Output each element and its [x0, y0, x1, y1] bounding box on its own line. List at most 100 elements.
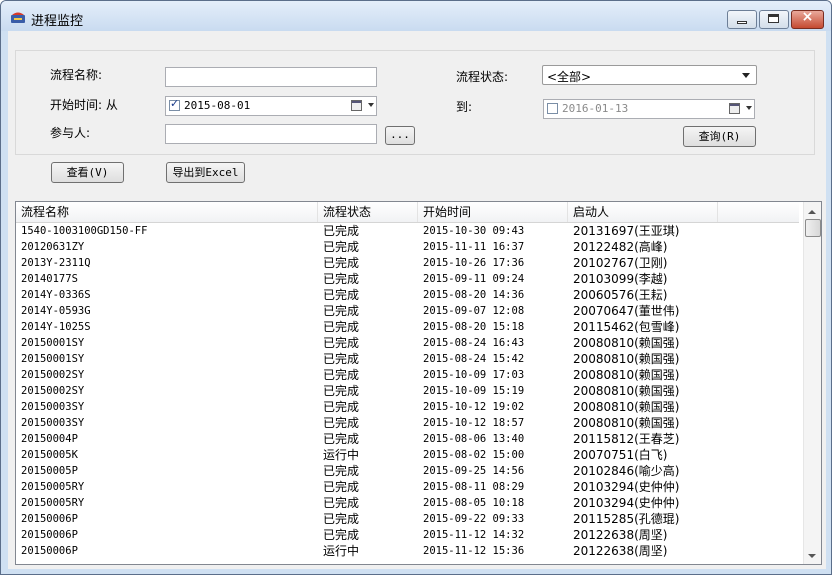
- cell-initiator: 20115462(包雪峰): [573, 320, 680, 334]
- start-date-checkbox[interactable]: [169, 97, 180, 111]
- cell-status: 已完成: [323, 528, 360, 542]
- cell-initiator: 20070647(董世伟): [573, 304, 680, 318]
- table-row[interactable]: 20150003SY 已完成 2015-10-12 18:57 20080810(赖国…: [16, 415, 799, 431]
- cell-start-time: 2015-10-12 18:57: [423, 417, 525, 429]
- cell-status: 运行中: [323, 544, 360, 558]
- participant-label: 参与人:: [50, 126, 91, 140]
- cell-initiator: 20103294(史仲仲): [573, 480, 680, 494]
- cell-process-name: 2014Y-0593G: [21, 305, 91, 317]
- column-header-name[interactable]: 流程名称: [16, 202, 318, 222]
- cell-process-name: 20150001SY: [21, 337, 85, 349]
- cell-process-name: 20150005K: [21, 449, 78, 461]
- cell-start-time: 2015-11-12 14:32: [423, 529, 525, 541]
- view-button[interactable]: 查看(V): [51, 162, 124, 183]
- table-row[interactable]: 20150005K 运行中 2015-08-02 15:00 20070751(白飞): [16, 447, 799, 463]
- cell-start-time: 2015-08-20 15:18: [423, 321, 525, 333]
- table-row[interactable]: 20150006P 已完成 2015-11-12 14:32 20122638(周坚): [16, 527, 799, 543]
- query-button[interactable]: 查询(R): [683, 126, 756, 147]
- cell-initiator: 20080810(赖国强): [573, 368, 680, 382]
- maximize-icon: [768, 14, 779, 23]
- app-window: 进程监控 × 流程名称: 开始时间: 从 2015-08-01 参与人: ...…: [0, 0, 832, 575]
- chevron-down-icon[interactable]: [746, 106, 752, 110]
- table-row[interactable]: 2014Y-1025S 已完成 2015-08-20 15:18 20115462(包…: [16, 319, 799, 335]
- close-button[interactable]: ×: [791, 9, 824, 29]
- cell-start-time: 2015-11-12 15:36: [423, 545, 525, 557]
- scroll-up-icon[interactable]: [808, 210, 816, 214]
- table-row[interactable]: 20120631ZY 已完成 2015-11-11 16:37 20122482(高峰…: [16, 239, 799, 255]
- window-title: 进程监控: [31, 14, 84, 29]
- scroll-down-icon[interactable]: [808, 554, 816, 558]
- cell-process-name: 20150005P: [21, 465, 78, 477]
- table-row[interactable]: 1540-1003100GD150-FF 已完成 2015-10-30 09:43 2…: [16, 223, 799, 239]
- table-row[interactable]: 20150002SY 已完成 2015-10-09 15:19 20080810(赖国…: [16, 383, 799, 399]
- table-row[interactable]: 20150001SY 已完成 2015-08-24 16:43 20080810(赖国…: [16, 335, 799, 351]
- table-row[interactable]: 20150005RY 已完成 2015-08-05 10:18 20103294(史仲…: [16, 495, 799, 511]
- calendar-icon[interactable]: [351, 100, 362, 111]
- chevron-down-icon[interactable]: [368, 103, 374, 107]
- process-status-value: <全部>: [547, 70, 592, 84]
- cell-start-time: 2015-10-30 09:43: [423, 225, 525, 237]
- cell-process-name: 20150002SY: [21, 369, 85, 381]
- cell-process-name: 1540-1003100GD150-FF: [21, 225, 148, 237]
- cell-process-name: 20150002SY: [21, 385, 85, 397]
- cell-start-time: 2015-10-26 17:36: [423, 257, 525, 269]
- table-row[interactable]: 2013Y-2311Q 已完成 2015-10-26 17:36 20102767(卫…: [16, 255, 799, 271]
- end-time-label: 到:: [456, 100, 473, 114]
- table-body: 1540-1003100GD150-FF 已完成 2015-10-30 09:43 2…: [16, 223, 799, 559]
- browse-participant-button[interactable]: ...: [385, 126, 415, 145]
- cell-start-time: 2015-09-11 09:24: [423, 273, 525, 285]
- table-row[interactable]: 20150005P 已完成 2015-09-25 14:56 20102846(喻少高…: [16, 463, 799, 479]
- column-header-status[interactable]: 流程状态: [318, 202, 418, 222]
- participant-input[interactable]: [165, 124, 377, 144]
- cell-process-name: 2014Y-1025S: [21, 321, 91, 333]
- cell-start-time: 2015-08-06 13:40: [423, 433, 525, 445]
- cell-initiator: 20080810(赖国强): [573, 416, 680, 430]
- cell-initiator: 20103099(李越): [573, 272, 668, 286]
- start-date-picker[interactable]: 2015-08-01: [165, 96, 377, 116]
- cell-process-name: 2014Y-0336S: [21, 289, 91, 301]
- filter-panel: 流程名称: 开始时间: 从 2015-08-01 参与人: ... 流程状态: …: [15, 50, 815, 155]
- minimize-icon: [737, 21, 747, 24]
- table-row[interactable]: 2014Y-0593G 已完成 2015-09-07 12:08 20070647(董…: [16, 303, 799, 319]
- end-date-checkbox[interactable]: [547, 103, 558, 114]
- table-row[interactable]: 20150003SY 已完成 2015-10-12 19:02 20080810(赖国…: [16, 399, 799, 415]
- minimize-button[interactable]: [727, 10, 757, 29]
- cell-process-name: 20150003SY: [21, 417, 85, 429]
- cell-process-name: 20150005RY: [21, 481, 85, 493]
- column-header-initiator[interactable]: 启动人: [568, 202, 718, 222]
- cell-status: 已完成: [323, 288, 360, 302]
- cell-process-name: 20150004P: [21, 433, 78, 445]
- table-row[interactable]: 20150004P 已完成 2015-08-06 13:40 20115812(王春芝…: [16, 431, 799, 447]
- cell-status: 已完成: [323, 320, 360, 334]
- cell-initiator: 20122482(高峰): [573, 240, 668, 254]
- cell-initiator: 20080810(赖国强): [573, 400, 680, 414]
- table-row[interactable]: 2014Y-0336S 已完成 2015-08-20 14:36 20060576(王…: [16, 287, 799, 303]
- main-panel: 流程名称: 开始时间: 从 2015-08-01 参与人: ... 流程状态: …: [8, 31, 826, 569]
- export-excel-button[interactable]: 导出到Excel: [166, 162, 245, 183]
- maximize-button[interactable]: [759, 10, 789, 29]
- process-status-select[interactable]: <全部>: [542, 65, 757, 85]
- calendar-icon[interactable]: [729, 103, 740, 114]
- cell-initiator: 20115812(王春芝): [573, 432, 680, 446]
- table-row[interactable]: 20150006P 运行中 2015-11-12 15:36 20122638(周坚): [16, 543, 799, 559]
- table-row[interactable]: 20140177S 已完成 2015-09-11 09:24 20103099(李越): [16, 271, 799, 287]
- title-bar: 进程监控 ×: [1, 1, 831, 31]
- table-row[interactable]: 20150005RY 已完成 2015-08-11 08:29 20103294(史仲…: [16, 479, 799, 495]
- process-name-input[interactable]: [165, 67, 377, 87]
- end-date-picker[interactable]: 2016-01-13: [543, 99, 755, 119]
- scroll-thumb[interactable]: [805, 219, 821, 237]
- cell-initiator: 20102846(喻少高): [573, 464, 680, 478]
- table-row[interactable]: 20150001SY 已完成 2015-08-24 15:42 20080810(赖国…: [16, 351, 799, 367]
- column-header-start-time[interactable]: 开始时间: [418, 202, 568, 222]
- cell-status: 已完成: [323, 416, 360, 430]
- table-row[interactable]: 20150006P 已完成 2015-09-22 09:33 20115285(孔德琨…: [16, 511, 799, 527]
- vertical-scrollbar[interactable]: [803, 202, 821, 564]
- cell-start-time: 2015-08-20 14:36: [423, 289, 525, 301]
- process-table: 流程名称 流程状态 开始时间 启动人 1540-1003100GD150-FF 已…: [15, 201, 822, 565]
- cell-initiator: 20103294(史仲仲): [573, 496, 680, 510]
- cell-start-time: 2015-10-09 17:03: [423, 369, 525, 381]
- cell-initiator: 20102767(卫刚): [573, 256, 668, 270]
- table-row[interactable]: 20150002SY 已完成 2015-10-09 17:03 20080810(赖国…: [16, 367, 799, 383]
- cell-process-name: 20150006P: [21, 513, 78, 525]
- cell-start-time: 2015-09-25 14:56: [423, 465, 525, 477]
